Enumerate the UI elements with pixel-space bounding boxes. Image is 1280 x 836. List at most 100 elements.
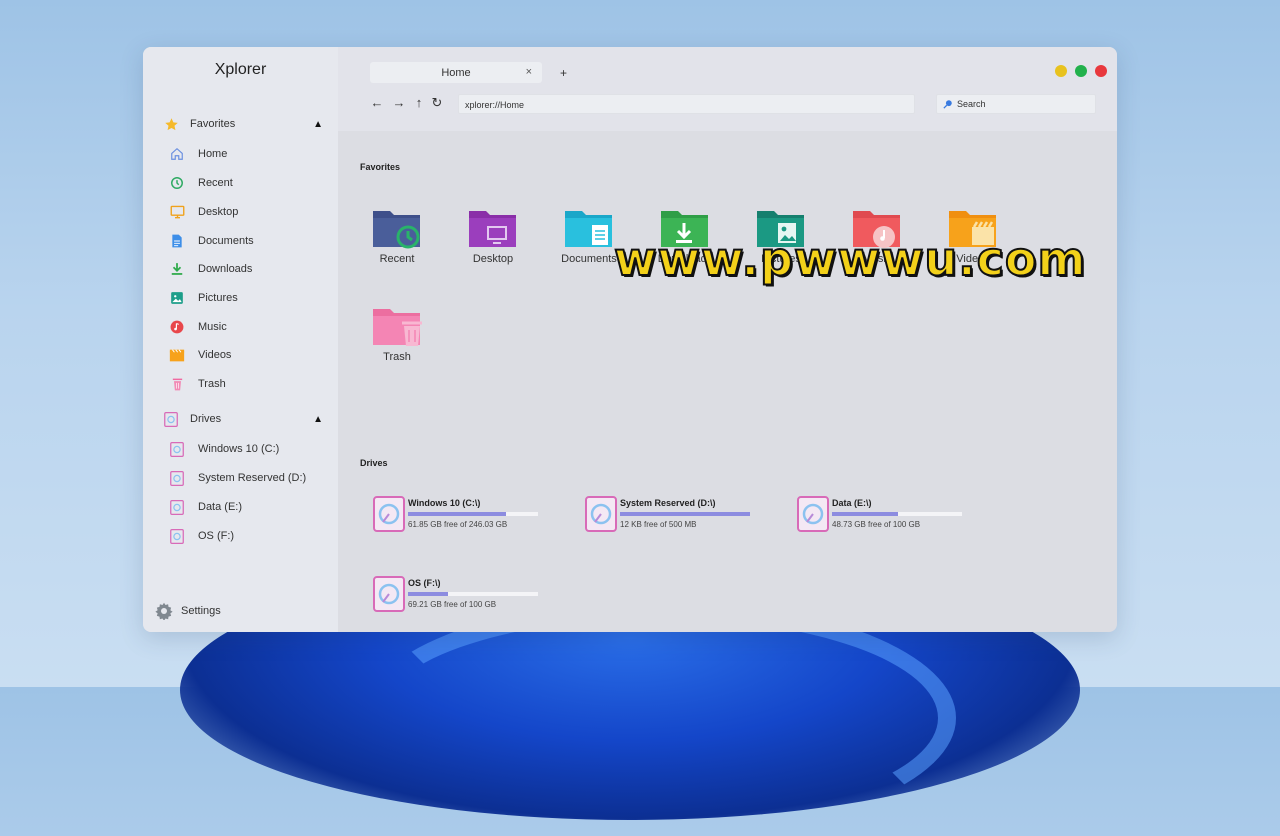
sidebar-item-label: Music	[198, 321, 227, 333]
watermark-text: www.pwwwu.com	[613, 231, 1087, 287]
tab-home[interactable]: Home ×	[370, 62, 542, 83]
drive-icon	[373, 496, 405, 532]
home-icon	[169, 146, 185, 162]
sidebar-drives-label: Drives	[190, 413, 222, 425]
collapse-drives-icon[interactable]: ▲	[313, 414, 323, 425]
refresh-button[interactable]: ↻	[430, 95, 444, 111]
drive-icon	[373, 576, 405, 612]
drive-name: Data (E:\)	[832, 498, 872, 508]
folder-recent[interactable]: Recent	[357, 207, 437, 265]
sidebar-item-drive-d[interactable]: System Reserved (D:)	[169, 467, 306, 489]
sidebar-item-desktop[interactable]: Desktop	[169, 201, 238, 223]
usage-fill	[620, 512, 750, 516]
folder-label: Recent	[379, 253, 415, 265]
usage-bar	[620, 512, 750, 516]
star-icon	[163, 116, 179, 132]
sidebar-item-label: Documents	[198, 235, 254, 247]
usage-fill	[408, 512, 506, 516]
main-content: Favorites Recent Desktop Documents Downl…	[338, 131, 1117, 632]
sidebar-item-label: Data (E:)	[198, 501, 243, 513]
usage-bar	[408, 592, 538, 596]
explorer-window: Xplorer Favorites ▲ Home Recent Desktop	[143, 47, 1117, 632]
address-bar[interactable]: xplorer://Home	[458, 94, 915, 114]
drives-section-title: Drives	[360, 458, 388, 468]
sidebar-item-label: Videos	[198, 349, 232, 361]
drive-icon	[797, 496, 829, 532]
back-button[interactable]: ←	[370, 95, 384, 110]
trash-icon	[169, 376, 185, 392]
tab-title: Home	[441, 67, 471, 79]
drive-name: Windows 10 (C:\)	[408, 498, 481, 508]
drive-free-space: 69.21 GB free of 100 GB	[408, 600, 497, 609]
drive-icon	[169, 528, 185, 544]
sidebar-item-label: Recent	[198, 177, 233, 189]
close-tab-icon[interactable]: ×	[526, 66, 532, 78]
wallpaper-swirl	[360, 600, 956, 836]
drive-name: OS (F:\)	[408, 578, 441, 588]
sidebar-item-trash[interactable]: Trash	[169, 373, 226, 395]
drive-e[interactable]: Data (E:\) 48.73 GB free of 100 GB	[797, 494, 977, 534]
sidebar-item-drive-f[interactable]: OS (F:)	[169, 525, 234, 547]
minimize-button[interactable]	[1055, 65, 1067, 77]
sidebar-item-recent[interactable]: Recent	[169, 172, 233, 194]
new-tab-button[interactable]: +	[560, 66, 567, 80]
sidebar-item-drive-e[interactable]: Data (E:)	[169, 496, 242, 518]
forward-button[interactable]: →	[392, 95, 406, 110]
drive-free-space: 61.85 GB free of 246.03 GB	[408, 520, 508, 529]
trash-folder-icon	[373, 309, 422, 346]
search-icon	[943, 99, 953, 109]
sidebar-item-label: System Reserved (D:)	[198, 472, 307, 484]
toolbar: Home × + ← → ↑ ↻ xplorer://Home Search	[338, 47, 1117, 131]
usage-fill	[408, 592, 449, 596]
drive-f[interactable]: OS (F:\) 69.21 GB free of 100 GB	[373, 574, 553, 614]
document-icon	[169, 233, 185, 249]
sidebar-item-documents[interactable]: Documents	[169, 230, 254, 252]
sidebar-item-videos[interactable]: Videos	[169, 344, 231, 366]
search-placeholder: Search	[957, 99, 986, 109]
sidebar: Xplorer Favorites ▲ Home Recent Desktop	[143, 47, 338, 632]
picture-icon	[169, 290, 185, 306]
sidebar-item-label: Trash	[198, 378, 226, 390]
sidebar-item-home[interactable]: Home	[169, 143, 227, 165]
drive-free-space: 12 KB free of 500 MB	[620, 520, 697, 529]
sidebar-item-pictures[interactable]: Pictures	[169, 287, 238, 309]
sidebar-item-drive-c[interactable]: Windows 10 (C:)	[169, 438, 279, 460]
settings-label: Settings	[181, 605, 221, 617]
drive-icon	[585, 496, 617, 532]
folder-label: Desktop	[472, 253, 514, 265]
up-button[interactable]: ↑	[412, 95, 426, 110]
sidebar-item-label: Desktop	[198, 206, 239, 218]
desktop-folder-icon	[469, 211, 516, 247]
sidebar-item-downloads[interactable]: Downloads	[169, 258, 252, 280]
collapse-favorites-icon[interactable]: ▲	[313, 119, 323, 130]
drive-d[interactable]: System Reserved (D:\) 12 KB free of 500 …	[585, 494, 765, 534]
drive-icon	[169, 470, 185, 486]
settings-button[interactable]: Settings	[155, 602, 221, 621]
download-icon	[169, 261, 185, 277]
sidebar-item-label: Windows 10 (C:)	[198, 443, 280, 455]
sidebar-item-label: Pictures	[198, 292, 238, 304]
folder-trash[interactable]: Trash	[357, 305, 437, 363]
sidebar-item-music[interactable]: Music	[169, 316, 227, 338]
recent-icon	[169, 175, 185, 191]
sidebar-drives-header[interactable]: Drives ▲	[163, 408, 323, 430]
usage-bar	[832, 512, 962, 516]
folder-label: Trash	[383, 351, 411, 363]
app-title: Xplorer	[214, 61, 267, 78]
usage-bar	[408, 512, 538, 516]
usage-fill	[832, 512, 899, 516]
video-icon	[169, 347, 185, 363]
folder-desktop[interactable]: Desktop	[453, 207, 533, 265]
sidebar-item-label: OS (F:)	[198, 530, 235, 542]
maximize-button[interactable]	[1075, 65, 1087, 77]
music-icon	[169, 319, 185, 335]
close-window-button[interactable]	[1095, 65, 1107, 77]
search-input[interactable]: Search	[936, 94, 1096, 114]
recent-folder-icon	[373, 211, 420, 249]
sidebar-favorites-header[interactable]: Favorites ▲	[163, 113, 323, 135]
documents-folder-icon	[565, 211, 612, 247]
drive-c[interactable]: Windows 10 (C:\) 61.85 GB free of 246.03…	[373, 494, 553, 534]
desktop-icon	[169, 204, 185, 220]
sidebar-favorites-label: Favorites	[190, 118, 236, 130]
sidebar-item-label: Home	[198, 148, 228, 160]
